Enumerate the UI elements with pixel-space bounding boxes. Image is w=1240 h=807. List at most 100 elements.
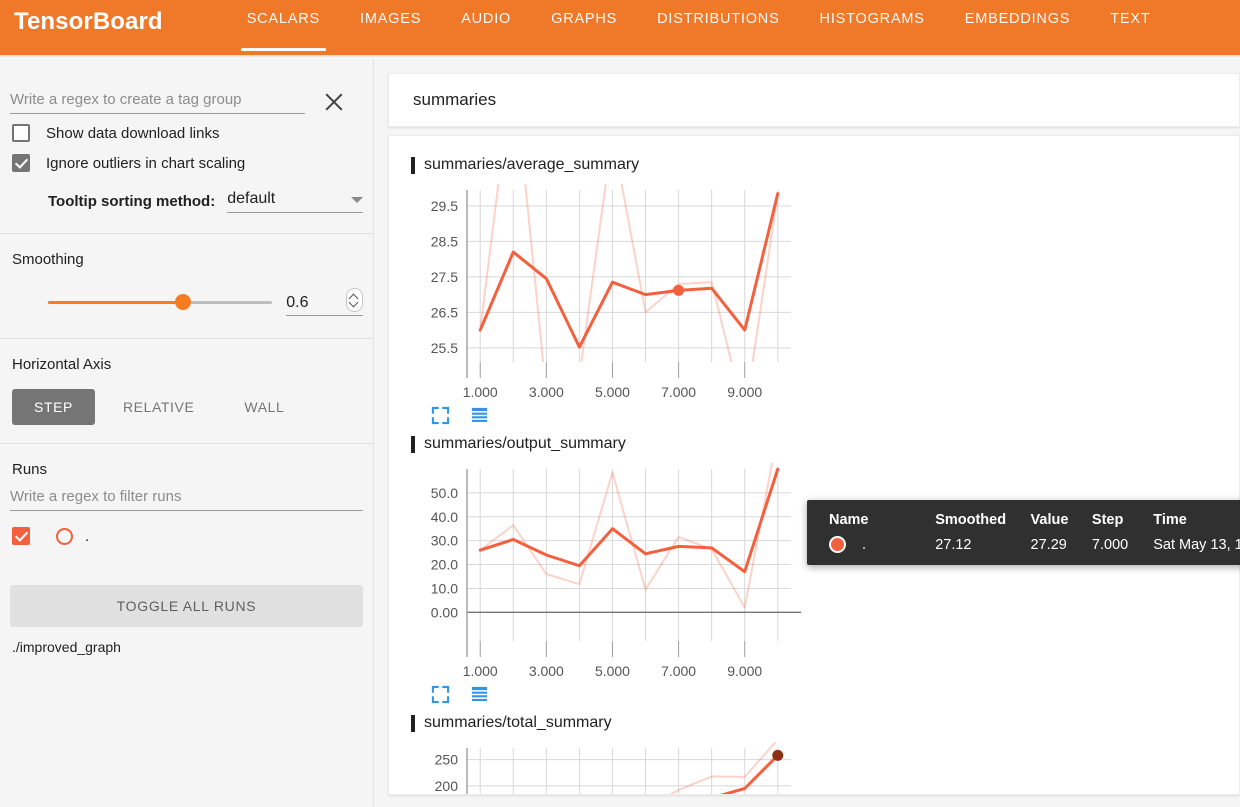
runs-filter-input[interactable] bbox=[10, 488, 363, 511]
axis-option-relative[interactable]: RELATIVE bbox=[101, 389, 216, 425]
svg-text:7.000: 7.000 bbox=[661, 663, 696, 679]
smoothing-value-field[interactable]: 0.6 bbox=[286, 288, 363, 316]
tab-distributions[interactable]: DISTRIBUTIONS bbox=[637, 0, 799, 44]
tab-scalars[interactable]: SCALARS bbox=[227, 0, 340, 51]
smoothing-row: 0.6 bbox=[10, 268, 363, 338]
tooltip-col-value: Value bbox=[1030, 512, 1069, 528]
run-item[interactable]: . bbox=[10, 511, 363, 545]
fullscreen-icon[interactable] bbox=[431, 406, 450, 425]
tooltip-header-row: Name Smoothed Value Step Time Relative bbox=[807, 510, 1240, 536]
tooltip-sorting-label: Tooltip sorting method: bbox=[48, 193, 216, 210]
chart-title-average-summary: summaries/average_summary bbox=[424, 156, 640, 173]
chart-grid: summaries/average_summary 25.5 26.5 27.5 28… bbox=[405, 150, 1239, 795]
close-icon[interactable] bbox=[319, 87, 349, 117]
tag-group-header[interactable]: summaries bbox=[388, 73, 1240, 127]
axis-option-step[interactable]: STEP bbox=[12, 389, 95, 425]
toggle-all-runs-button[interactable]: TOGGLE ALL RUNS bbox=[10, 585, 363, 627]
tab-distributions-label: DISTRIBUTIONS bbox=[657, 11, 780, 27]
tooltip-data-row: . 27.12 27.29 7.000 Sat May 13, 14:26:05… bbox=[807, 536, 1240, 553]
svg-text:0.00: 0.00 bbox=[431, 604, 458, 620]
sidebar: Show data download links Ignore outliers… bbox=[0, 59, 374, 807]
svg-text:28.5: 28.5 bbox=[431, 233, 458, 249]
slider-knob[interactable] bbox=[174, 294, 191, 310]
app-header: TensorBoard SCALARS IMAGES AUDIO GRAPHS … bbox=[0, 0, 1240, 55]
chart-title-row: summaries/total_summary bbox=[405, 708, 829, 740]
svg-text:250: 250 bbox=[435, 752, 459, 768]
chart-plot-total-summary[interactable]: 0.0050.01001502002501.0003.0005.0007.000… bbox=[405, 740, 801, 795]
run-checkbox-icon[interactable] bbox=[12, 527, 30, 545]
tab-text[interactable]: TEXT bbox=[1090, 0, 1170, 44]
tab-embeddings[interactable]: EMBEDDINGS bbox=[945, 0, 1091, 44]
svg-text:1.000: 1.000 bbox=[463, 384, 498, 400]
chart-plot-output-summary[interactable]: 0.00 10.0 20.0 30.0 40.0 50.0 1.000 3.000 5.000 7… bbox=[405, 461, 801, 683]
data-series-icon[interactable] bbox=[470, 685, 489, 704]
tab-scalars-label: SCALARS bbox=[246, 11, 320, 27]
tooltip-run-cell: . bbox=[807, 536, 935, 553]
svg-text:29.5: 29.5 bbox=[431, 198, 458, 214]
tab-histograms-label: HISTOGRAMS bbox=[819, 11, 925, 27]
svg-text:30.0: 30.0 bbox=[431, 533, 458, 549]
show-download-links-label: Show data download links bbox=[46, 124, 220, 142]
svg-text:26.5: 26.5 bbox=[431, 304, 458, 320]
ignore-outliers-row[interactable]: Ignore outliers in chart scaling bbox=[10, 148, 363, 178]
svg-text:9.000: 9.000 bbox=[727, 663, 762, 679]
data-series-icon[interactable] bbox=[470, 406, 489, 425]
tooltip-col-name: Name bbox=[829, 512, 869, 528]
tooltip-value: 27.29 bbox=[1030, 536, 1067, 553]
chart-toolbar-average-summary bbox=[405, 404, 829, 425]
svg-text:5.000: 5.000 bbox=[595, 663, 630, 679]
sidebar-smoothing-section: Smoothing 0.6 bbox=[0, 234, 373, 339]
chart-card-average-summary: summaries/average_summary 25.5 26.5 27.5 28… bbox=[405, 150, 835, 425]
fullscreen-icon[interactable] bbox=[431, 685, 450, 704]
tooltip-col-smoothed: Smoothed bbox=[935, 512, 1007, 528]
tab-histograms[interactable]: HISTOGRAMS bbox=[800, 0, 945, 44]
main-content: summaries summaries/average_summary 25.5… bbox=[374, 59, 1240, 807]
smoothing-value: 0.6 bbox=[286, 294, 309, 311]
charts-card: summaries/average_summary 25.5 26.5 27.5 28… bbox=[388, 135, 1240, 795]
tooltip-col-time: Time bbox=[1153, 512, 1187, 528]
run-color-circle-icon bbox=[56, 527, 73, 545]
tab-text-label: TEXT bbox=[1110, 11, 1151, 27]
chart-title-row: summaries/output_summary bbox=[405, 429, 829, 461]
app-title: TensorBoard bbox=[14, 8, 163, 35]
axis-option-wall[interactable]: WALL bbox=[222, 389, 306, 425]
checkbox-checked-icon[interactable] bbox=[12, 154, 30, 172]
number-stepper-icon[interactable] bbox=[346, 288, 363, 312]
runs-title: Runs bbox=[12, 461, 48, 478]
show-download-links-row[interactable]: Show data download links bbox=[10, 118, 363, 148]
chart-plot-average-summary[interactable]: 25.5 26.5 27.5 28.5 29.5 1.000 3.000 5.000 7.000… bbox=[405, 182, 801, 404]
tooltip-sorting-row: Tooltip sorting method: default bbox=[10, 178, 363, 233]
chart-tooltip: Name Smoothed Value Step Time Relative .… bbox=[807, 500, 1240, 565]
svg-text:3.000: 3.000 bbox=[529, 663, 564, 679]
chart-card-total-summary: summaries/total_summary 0.0050.010015020… bbox=[405, 708, 835, 795]
smoothing-title: Smoothing bbox=[12, 251, 84, 268]
tooltip-run-name: . bbox=[862, 537, 867, 553]
smoothing-slider[interactable] bbox=[48, 293, 273, 311]
checkbox-icon[interactable] bbox=[12, 124, 30, 142]
run-label: . bbox=[85, 527, 90, 545]
chart-title-total-summary: summaries/total_summary bbox=[424, 714, 612, 731]
svg-text:10.0: 10.0 bbox=[431, 580, 458, 596]
chart-card-output-summary: summaries/output_summary 0.00 10.0 20.0 30.… bbox=[405, 429, 835, 704]
tooltip-sorting-select[interactable]: default bbox=[227, 190, 363, 213]
tag-group-regex-input[interactable] bbox=[10, 91, 305, 114]
slider-fill bbox=[48, 301, 183, 304]
sidebar-settings-section: Show data download links Ignore outliers… bbox=[0, 59, 373, 234]
ignore-outliers-label: Ignore outliers in chart scaling bbox=[46, 154, 246, 172]
tab-images[interactable]: IMAGES bbox=[340, 0, 441, 44]
chart-color-bar-icon bbox=[411, 714, 415, 732]
tooltip-sorting-value: default bbox=[227, 190, 276, 207]
chart-color-bar-icon bbox=[411, 156, 415, 174]
svg-text:25.5: 25.5 bbox=[431, 340, 458, 356]
tab-graphs[interactable]: GRAPHS bbox=[531, 0, 637, 44]
tooltip-time: Sat May 13, 14:26:05 bbox=[1153, 536, 1240, 553]
tooltip-col-step: Step bbox=[1091, 512, 1124, 528]
tab-audio[interactable]: AUDIO bbox=[441, 0, 531, 44]
tooltip-table: Name Smoothed Value Step Time Relative .… bbox=[807, 510, 1240, 553]
page-body: Show data download links Ignore outliers… bbox=[0, 59, 1240, 807]
svg-text:7.000: 7.000 bbox=[661, 384, 696, 400]
horizontal-axis-title: Horizontal Axis bbox=[12, 356, 112, 373]
horizontal-axis-options: STEP RELATIVE WALL bbox=[10, 373, 363, 443]
sidebar-runs-section: Runs . TOGGLE ALL RUNS ./improved_graph bbox=[0, 444, 373, 655]
svg-text:1.000: 1.000 bbox=[463, 663, 498, 679]
